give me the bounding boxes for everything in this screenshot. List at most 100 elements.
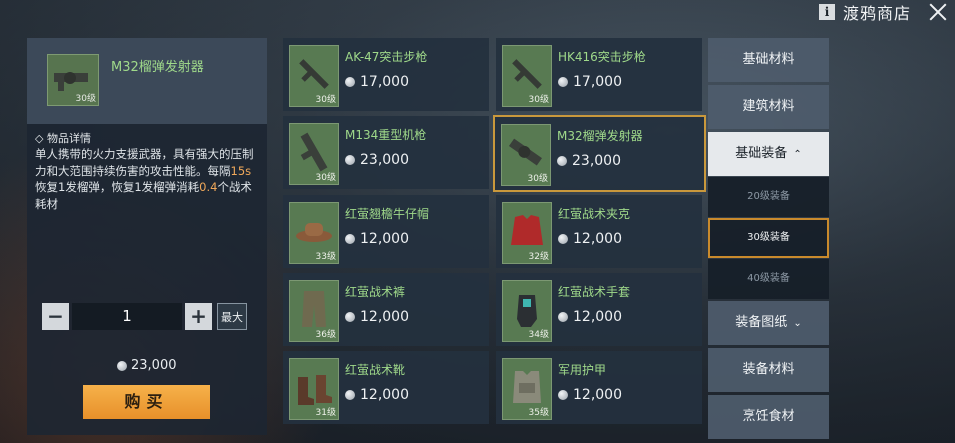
item-name: HK416突击步枪 <box>558 50 646 64</box>
item-level: 32级 <box>528 252 549 262</box>
rifle-icon <box>512 59 542 89</box>
item-card[interactable]: 32级 红萤战术夹克 12,000 <box>496 195 702 268</box>
jacket-icon <box>511 215 543 245</box>
item-card[interactable]: 30级 AK-47突击步枪 17,000 <box>283 38 489 111</box>
item-name: AK-47突击步枪 <box>345 50 428 64</box>
pants-icon <box>302 291 326 327</box>
tab-cooking-ingredients[interactable]: 烹饪食材 <box>708 395 829 439</box>
item-thumbnail: 36级 <box>289 280 339 342</box>
machine-gun-icon <box>300 132 328 172</box>
item-thumbnail: 30级 <box>289 45 339 107</box>
item-level: 30级 <box>315 173 336 183</box>
chevron-down-icon: ⌄ <box>793 318 802 329</box>
item-name: M134重型机枪 <box>345 128 427 142</box>
rifle-icon <box>299 59 329 89</box>
item-card[interactable]: 31级 红萤战术靴 12,000 <box>283 351 489 424</box>
tab-label: 基础装备 <box>735 146 788 161</box>
item-price: 23,000 <box>345 152 409 168</box>
item-card[interactable]: 33级 红萤翘檐牛仔帽 12,000 <box>283 195 489 268</box>
subtab-level-20[interactable]: 20级装备 <box>708 177 829 217</box>
info-button[interactable]: i <box>818 4 835 20</box>
total-price: 23,000 <box>117 358 177 373</box>
item-detail-panel: 30级 M32榴弹发射器 ◇ 物品详情 单人携带的火力支援武器，具有强大的压制力… <box>27 38 267 435</box>
armor-icon <box>513 371 541 403</box>
item-name: 红萤翘檐牛仔帽 <box>345 207 430 221</box>
item-thumbnail: 30级 <box>47 54 99 106</box>
item-card[interactable]: 36级 红萤战术裤 12,000 <box>283 273 489 346</box>
item-card[interactable]: 30级 M134重型机枪 23,000 <box>283 116 489 189</box>
item-thumbnail: 30级 <box>502 45 552 107</box>
item-name: 红萤战术靴 <box>345 363 406 377</box>
item-thumbnail: 31级 <box>289 358 339 420</box>
item-price: 12,000 <box>345 387 409 403</box>
coin-icon <box>117 360 127 371</box>
coin-icon <box>558 234 568 244</box>
item-price: 12,000 <box>558 309 622 325</box>
item-card[interactable]: 34级 红萤战术手套 12,000 <box>496 273 702 346</box>
item-card-selected[interactable]: 30级 M32榴弹发射器 23,000 <box>493 115 706 192</box>
item-level: 31级 <box>315 408 336 418</box>
item-price: 17,000 <box>558 74 622 90</box>
close-icon[interactable] <box>927 1 949 23</box>
item-name: 红萤战术手套 <box>558 285 631 299</box>
item-card[interactable]: 30级 HK416突击步枪 17,000 <box>496 38 702 111</box>
tab-equipment-materials[interactable]: 装备材料 <box>708 348 829 392</box>
subtab-level-30[interactable]: 30级装备 <box>708 218 829 258</box>
item-thumbnail: 34级 <box>502 280 552 342</box>
item-card[interactable]: 35级 军用护甲 12,000 <box>496 351 702 424</box>
item-name: 红萤战术夹克 <box>558 207 631 221</box>
item-name: M32榴弹发射器 <box>557 129 643 143</box>
decrease-button[interactable]: − <box>42 303 69 330</box>
buy-button[interactable]: 购买 <box>83 385 210 419</box>
detail-header: 30级 M32榴弹发射器 <box>27 38 267 124</box>
item-thumbnail: 30级 <box>501 124 551 186</box>
item-level: 30级 <box>528 95 549 105</box>
chevron-up-icon: ⌃ <box>793 149 802 160</box>
shop-title: 渡鸦商店 <box>842 4 911 23</box>
quantity-stepper: − 1 + 最大 <box>42 303 262 331</box>
coin-icon <box>558 77 568 87</box>
quantity-input[interactable]: 1 <box>72 303 182 330</box>
tab-equipment-blueprints[interactable]: 装备图纸 ⌄ <box>708 301 829 345</box>
coin-icon <box>345 155 355 165</box>
item-description: 单人携带的火力支援武器，具有强大的压制力和大范围持续伤害的攻击性能。每隔15s恢… <box>35 147 254 211</box>
coin-icon <box>558 390 568 400</box>
item-level: 35级 <box>528 408 549 418</box>
item-name: 红萤战术裤 <box>345 285 406 299</box>
gloves-icon <box>517 295 537 327</box>
max-quantity-button[interactable]: 最大 <box>217 303 247 330</box>
coin-icon <box>557 156 567 166</box>
coin-icon <box>345 312 355 322</box>
item-thumbnail: 30级 <box>289 123 339 185</box>
item-price: 12,000 <box>345 231 409 247</box>
item-price: 12,000 <box>558 387 622 403</box>
coin-icon <box>345 390 355 400</box>
hat-icon <box>296 223 332 242</box>
item-level: 30级 <box>315 95 336 105</box>
tab-building-materials[interactable]: 建筑材料 <box>708 85 829 129</box>
total-price-value: 23,000 <box>131 358 177 373</box>
item-level: 30级 <box>75 94 96 104</box>
item-price: 23,000 <box>557 153 621 169</box>
subtab-level-40[interactable]: 40级装备 <box>708 259 829 299</box>
coin-icon <box>345 234 355 244</box>
increase-button[interactable]: + <box>185 303 212 330</box>
grenade-launcher-icon <box>508 138 542 166</box>
tab-basic-materials[interactable]: 基础材料 <box>708 38 829 82</box>
item-thumbnail: 32级 <box>502 202 552 264</box>
item-level: 33级 <box>315 252 336 262</box>
top-bar: i 渡鸦商店 <box>818 0 955 24</box>
detail-section-label: ◇ 物品详情 <box>35 132 91 145</box>
item-level: 36级 <box>315 330 336 340</box>
item-price: 12,000 <box>558 231 622 247</box>
item-price: 17,000 <box>345 74 409 90</box>
boots-icon <box>298 375 332 405</box>
item-thumbnail: 33级 <box>289 202 339 264</box>
item-level: 30级 <box>527 174 548 184</box>
item-level: 34级 <box>528 330 549 340</box>
item-price: 12,000 <box>345 309 409 325</box>
tab-basic-equipment[interactable]: 基础装备 ⌃ <box>708 132 829 176</box>
item-name: 军用护甲 <box>558 363 607 377</box>
coin-icon <box>558 312 568 322</box>
coin-icon <box>345 77 355 87</box>
